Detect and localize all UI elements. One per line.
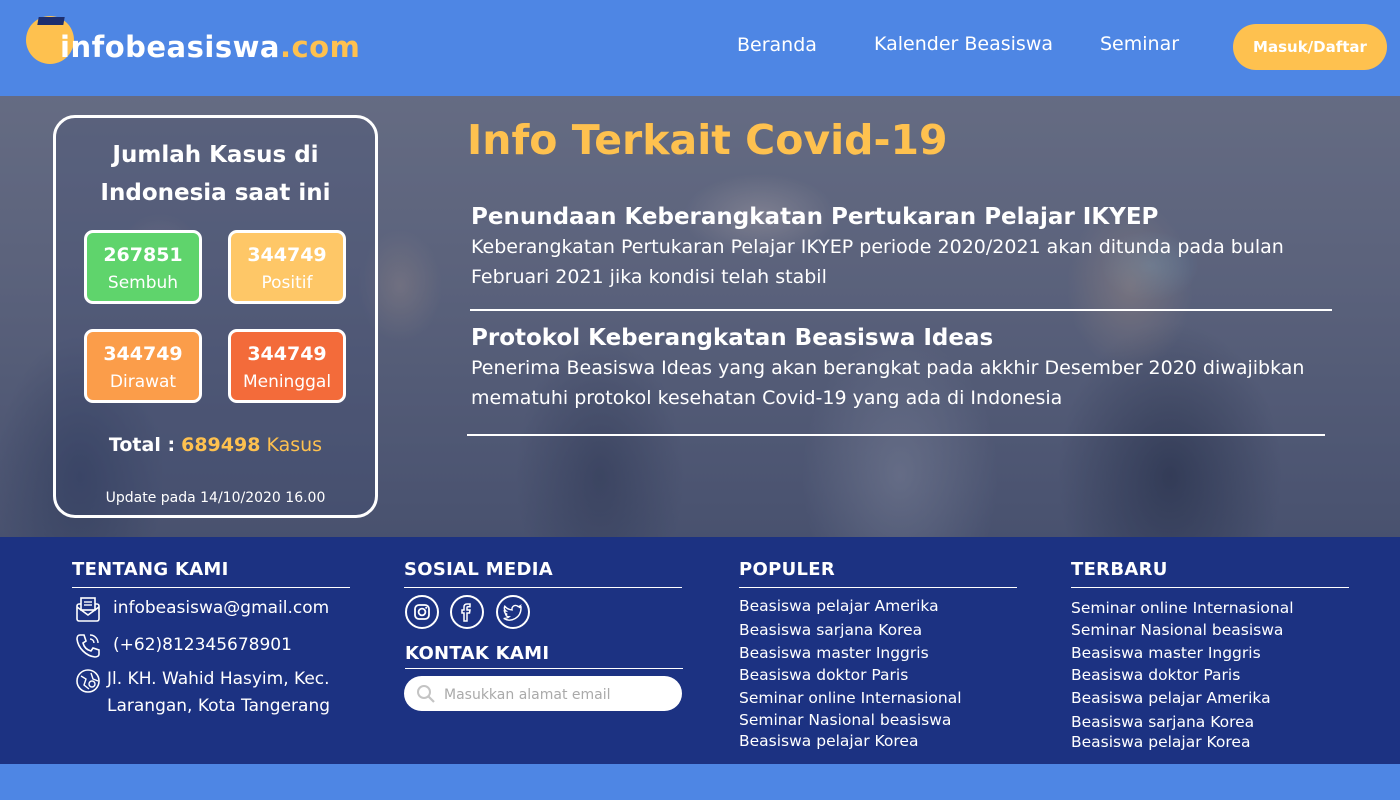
facebook-icon[interactable] — [450, 595, 484, 629]
twitter-icon[interactable] — [496, 595, 530, 629]
footer-social-title: SOSIAL MEDIA — [404, 559, 553, 580]
hero-section: Jumlah Kasus di Indonesia saat ini 26785… — [0, 96, 1400, 537]
footer-divider — [404, 587, 682, 588]
phone-icon — [76, 634, 100, 658]
popular-link[interactable]: Beasiswa master Inggris — [739, 644, 929, 662]
footer-email[interactable]: infobeasiswa@gmail.com — [113, 595, 329, 622]
news-divider — [470, 309, 1332, 311]
latest-link[interactable]: Beasiswa pelajar Korea — [1071, 733, 1250, 751]
stat-value: 344749 — [247, 343, 327, 365]
total-value: 689498 — [181, 434, 261, 456]
news-description: Keberangkatan Pertukaran Pelajar IKYEP p… — [471, 236, 1284, 288]
stat-label: Dirawat — [109, 372, 177, 392]
footer-address-line2: Larangan, Kota Tangerang — [107, 696, 331, 716]
map-pin-icon — [76, 669, 100, 693]
news-description: Penerima Beasiswa Ideas yang akan berang… — [471, 357, 1305, 409]
logo-wordmark: infobeasiswa.com — [60, 30, 360, 64]
latest-link[interactable]: Beasiswa sarjana Korea — [1071, 713, 1254, 731]
nav-kalender-beasiswa[interactable]: Kalender Beasiswa — [874, 33, 1053, 55]
login-register-button[interactable]: Masuk/Daftar — [1233, 24, 1387, 70]
news-item: Penundaan Keberangkatan Pertukaran Pelaj… — [471, 204, 1351, 292]
covid-cases-card: Jumlah Kasus di Indonesia saat ini 26785… — [53, 115, 378, 518]
email-input[interactable] — [442, 676, 676, 713]
footer-address-line1: Jl. KH. Wahid Hasyim, Kec. — [107, 669, 330, 689]
popular-link[interactable]: Seminar Nasional beasiswa — [739, 711, 951, 729]
cases-title: Jumlah Kasus di Indonesia saat ini — [100, 142, 331, 206]
latest-link[interactable]: Beasiswa master Inggris — [1071, 644, 1261, 662]
popular-link[interactable]: Beasiswa sarjana Korea — [739, 621, 922, 639]
stat-label: Positif — [261, 273, 313, 293]
update-timestamp: Update pada 14/10/2020 16.00 — [105, 490, 326, 506]
stat-recovered: 267851 Sembuh — [84, 230, 202, 304]
latest-link[interactable]: Beasiswa pelajar Amerika — [1071, 689, 1271, 707]
logo-brand: infobeasiswa — [60, 30, 280, 64]
page-title: Info Terkait Covid-19 — [467, 116, 948, 164]
news-divider — [467, 434, 1325, 436]
footer-contact-title: KONTAK KAMI — [405, 643, 550, 664]
footer-divider — [72, 587, 350, 588]
popular-link[interactable]: Beasiswa pelajar Amerika — [739, 597, 939, 615]
stat-value: 344749 — [103, 343, 183, 365]
logo-domain: .com — [279, 30, 361, 64]
newsletter-email-field[interactable] — [404, 676, 682, 713]
footer-divider — [1071, 587, 1349, 588]
footer-divider — [739, 587, 1017, 588]
footer: TENTANG KAMI infobeasiswa@gmail.com (+62… — [0, 537, 1400, 764]
news-title[interactable]: Penundaan Keberangkatan Pertukaran Pelaj… — [471, 204, 1351, 230]
stat-label: Sembuh — [107, 273, 179, 293]
latest-link[interactable]: Seminar online Internasional — [1071, 599, 1294, 617]
popular-link[interactable]: Seminar online Internasional — [739, 689, 962, 707]
news-item: Protokol Keberangkatan Beasiswa Ideas Pe… — [471, 325, 1351, 413]
site-logo[interactable]: infobeasiswa.com — [26, 16, 360, 72]
graduation-cap-icon — [37, 17, 65, 25]
popular-link[interactable]: Beasiswa pelajar Korea — [739, 732, 918, 750]
email-icon — [76, 597, 100, 622]
total-cases: Total : 689498 Kasus — [56, 434, 375, 456]
top-nav: infobeasiswa.com Beranda Kalender Beasis… — [0, 0, 1400, 96]
news-title[interactable]: Protokol Keberangkatan Beasiswa Ideas — [471, 325, 1351, 351]
total-label: Total : — [108, 434, 176, 456]
footer-latest-title: TERBARU — [1071, 559, 1168, 580]
footer-divider — [405, 668, 683, 669]
nav-seminar[interactable]: Seminar — [1100, 33, 1179, 55]
total-unit: Kasus — [266, 434, 323, 456]
latest-link[interactable]: Beasiswa doktor Paris — [1071, 666, 1240, 684]
footer-popular-title: POPULER — [739, 559, 836, 580]
stat-deaths: 344749 Meninggal — [228, 329, 346, 403]
stat-label: Meninggal — [242, 372, 332, 392]
stat-value: 344749 — [247, 244, 327, 266]
footer-about-title: TENTANG KAMI — [72, 559, 229, 580]
stat-value: 267851 — [103, 244, 183, 266]
instagram-icon[interactable] — [405, 595, 439, 629]
popular-link[interactable]: Beasiswa doktor Paris — [739, 666, 908, 684]
stat-treated: 344749 Dirawat — [84, 329, 202, 403]
latest-link[interactable]: Seminar Nasional beasiswa — [1071, 621, 1283, 639]
bottom-bar — [0, 764, 1400, 800]
footer-phone[interactable]: (+62)812345678901 — [113, 632, 292, 659]
nav-beranda[interactable]: Beranda — [737, 34, 817, 56]
stat-positive: 344749 Positif — [228, 230, 346, 304]
search-icon — [417, 685, 435, 703]
